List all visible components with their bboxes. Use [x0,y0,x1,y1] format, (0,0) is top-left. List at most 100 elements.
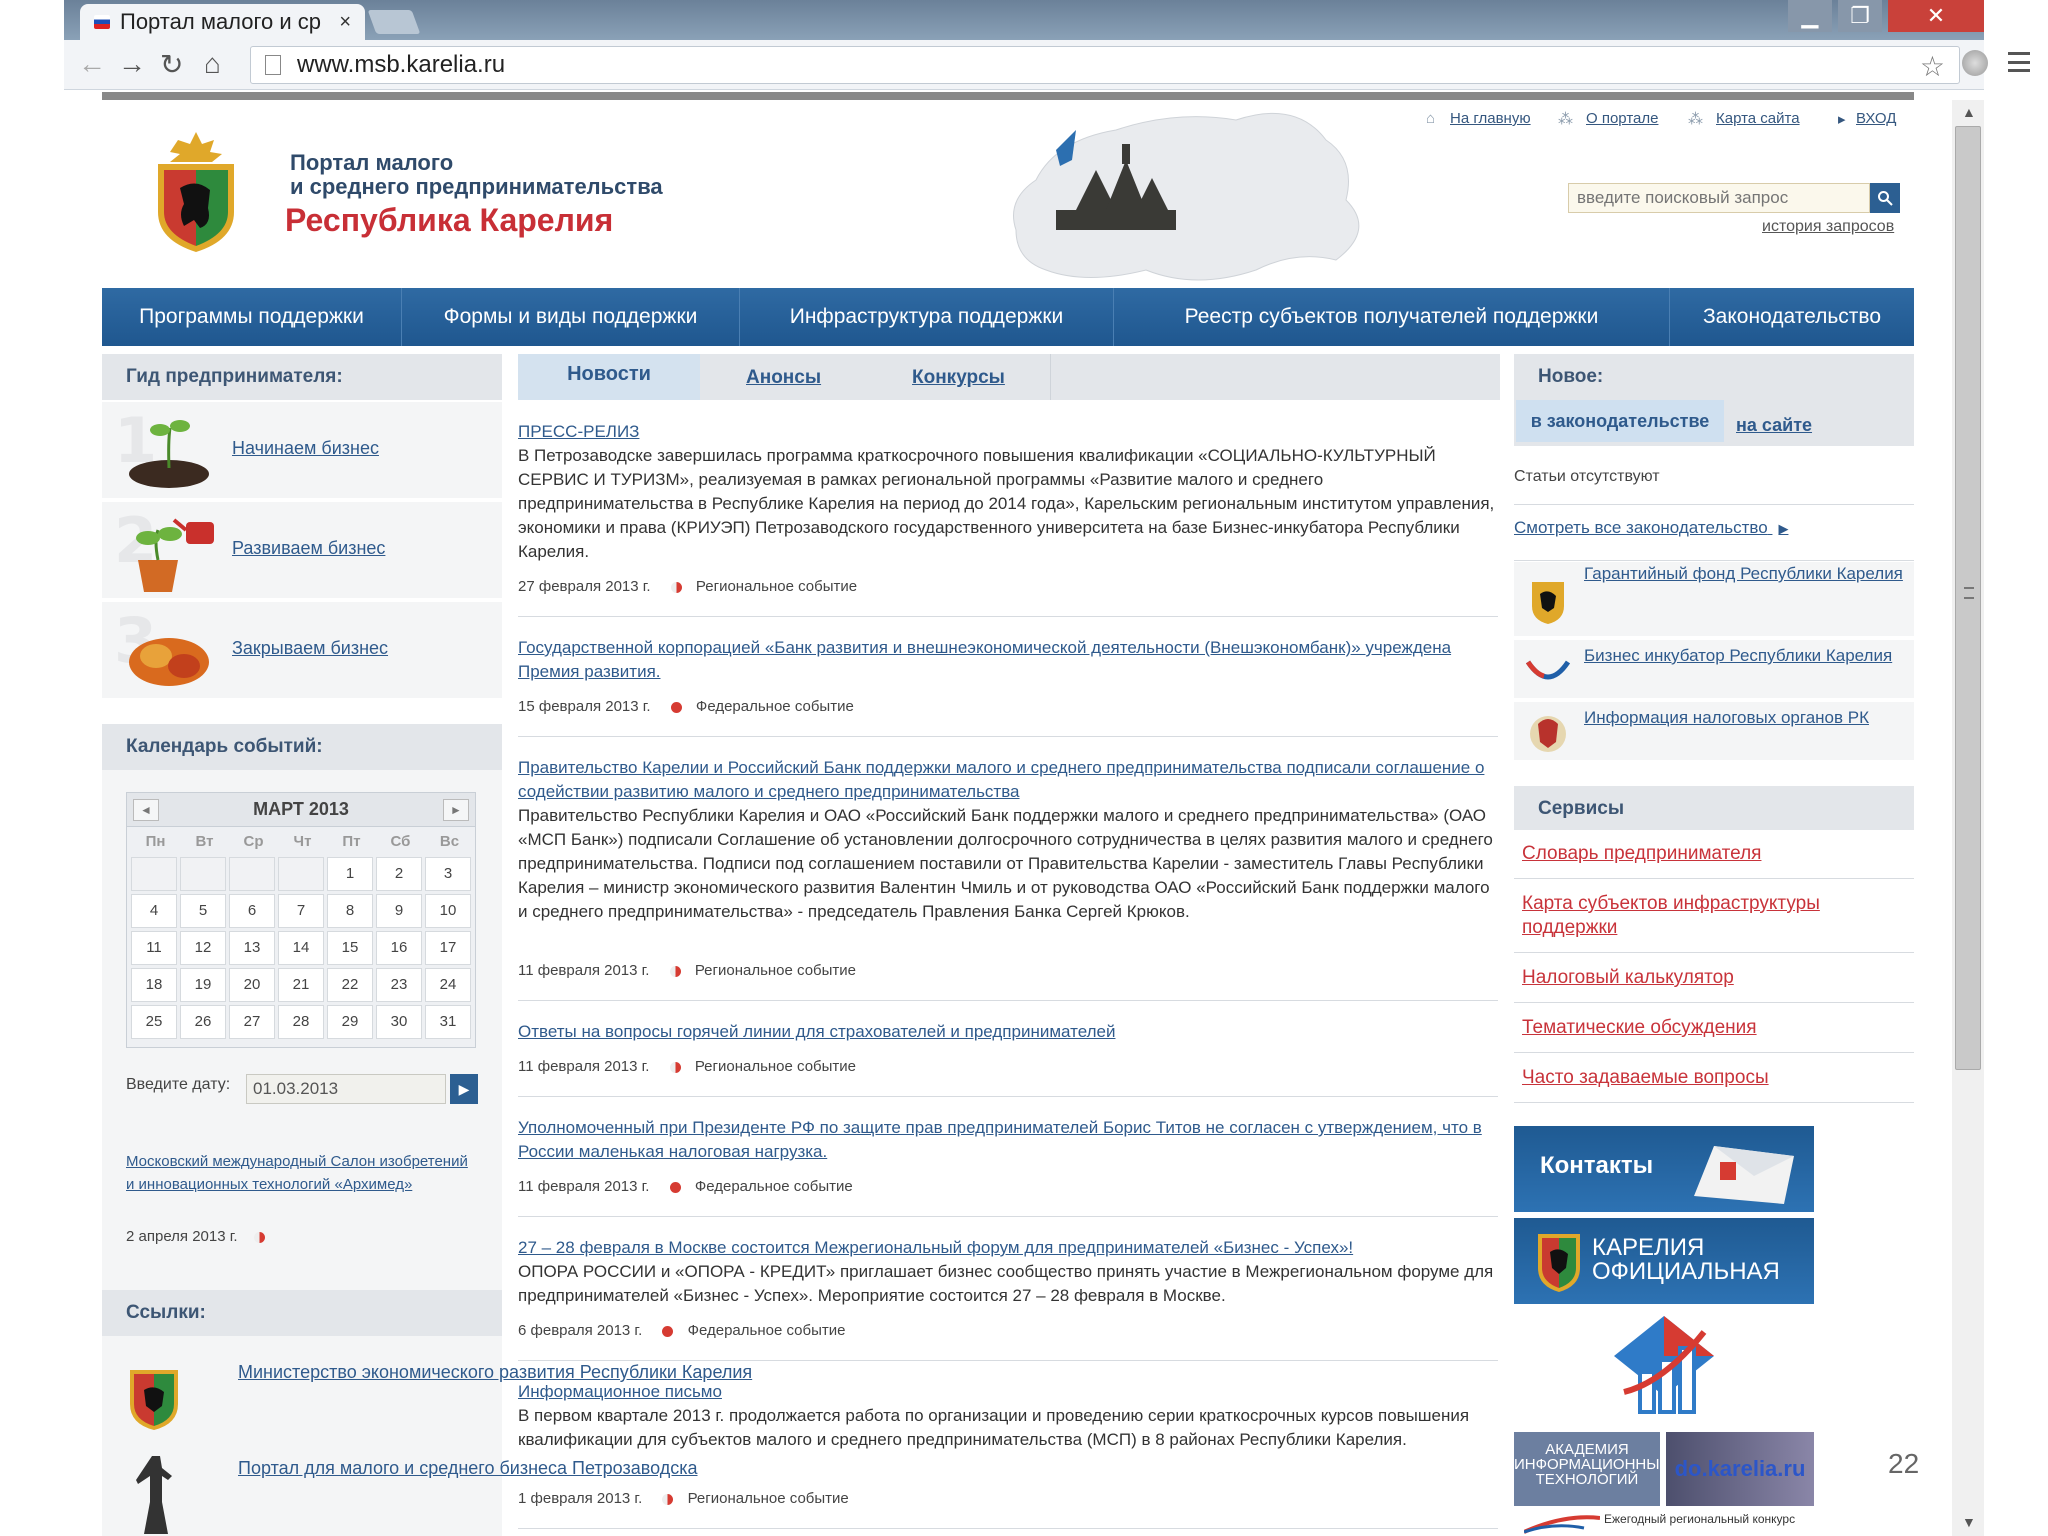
calendar-day[interactable]: 27 [229,1005,275,1039]
nav-item-forms[interactable]: Формы и виды поддержки [402,288,740,346]
calendar-day[interactable]: 28 [278,1005,324,1039]
calendar-day[interactable]: 4 [131,894,177,928]
guide-item-close[interactable]: 3 Закрываем бизнес [102,602,502,700]
guide-link-grow[interactable]: Развиваем бизнес [232,538,385,559]
calendar-day[interactable]: 14 [278,931,324,965]
extension-icon[interactable] [1962,50,1988,76]
calendar-day[interactable]: 5 [180,894,226,928]
service-link[interactable]: Налоговый калькулятор [1522,966,1902,990]
news-title[interactable]: Информационное письмо [518,1380,1498,1404]
calendar-day[interactable]: 20 [229,968,275,1002]
next-month-button[interactable]: ► [443,799,469,821]
news-title[interactable]: Государственной корпорацией «Банк развит… [518,636,1498,684]
search-button[interactable] [1870,183,1900,213]
service-link[interactable]: Часто задаваемые вопросы [1522,1066,1902,1090]
partner-guarantee-fund[interactable]: Гарантийный фонд Республики Карелия [1514,562,1914,638]
guide-item-start[interactable]: 1 Начинаем бизнес [102,402,502,500]
calendar-day[interactable]: 10 [425,894,471,928]
page-scrollbar[interactable]: ▲ ▼ [1952,100,1984,1536]
guide-item-grow[interactable]: 2 Развиваем бизнес [102,502,502,600]
tab-close-icon[interactable]: × [339,11,351,34]
minimize-button[interactable]: ▁ [1788,0,1832,32]
subtab-legislation[interactable]: в законодательстве [1516,400,1724,442]
date-go-button[interactable]: ▶ [450,1074,478,1104]
close-window-button[interactable]: ✕ [1888,0,1984,32]
calendar-day[interactable]: 31 [425,1005,471,1039]
top-link-sitemap[interactable]: Карта сайта [1716,110,1800,127]
partner-business-incubator[interactable]: Бизнес инкубатор Республики Карелия [1514,640,1914,700]
calendar-day[interactable]: 6 [229,894,275,928]
calendar-event-link[interactable]: Московский международный Салон изобретен… [126,1150,476,1196]
calendar-day[interactable]: 3 [425,857,471,891]
link-petrozavodsk[interactable]: Портал для малого и среднего бизнеса Пет… [238,1456,698,1480]
back-arrow-icon[interactable]: ← [78,48,106,80]
news-title[interactable]: 27 – 28 февраля в Москве состоится Межре… [518,1236,1498,1260]
subtab-site[interactable]: на сайте [1736,400,1812,442]
maximize-button[interactable]: ❐ [1838,0,1882,32]
calendar-day[interactable]: 15 [327,931,373,965]
scroll-down-arrow-icon[interactable]: ▼ [1962,1514,1976,1530]
calendar-day[interactable]: 29 [327,1005,373,1039]
top-link-about[interactable]: О портале [1586,110,1658,127]
partner-tax-office[interactable]: Информация налоговых органов РК [1514,702,1914,762]
search-input[interactable] [1568,183,1870,213]
nav-item-registry[interactable]: Реестр субъектов получателей поддержки [1114,288,1670,346]
new-tab-button[interactable] [367,10,421,34]
calendar-day[interactable]: 26 [180,1005,226,1039]
bookmark-star-icon[interactable]: ☆ [1920,49,1945,85]
address-bar[interactable]: www.msb.karelia.ru ☆ [250,46,1960,84]
partner-link[interactable]: Бизнес инкубатор Республики Карелия [1584,644,1892,668]
calendar-day[interactable]: 16 [376,931,422,965]
date-input[interactable] [246,1074,446,1104]
guide-link-close[interactable]: Закрываем бизнес [232,638,388,659]
partner-link[interactable]: Информация налоговых органов РК [1584,706,1869,730]
top-link-home[interactable]: На главную [1450,110,1531,127]
browser-tab[interactable]: Портал малого и ср × [80,4,365,40]
calendar-day[interactable]: 19 [180,968,226,1002]
service-link[interactable]: Словарь предпринимателя [1522,842,1902,866]
search-history-link[interactable]: история запросов [1762,218,1894,236]
partner-link[interactable]: Гарантийный фонд Республики Карелия [1584,562,1903,586]
top-link-login[interactable]: ВХОД [1856,110,1896,127]
calendar-day[interactable]: 7 [278,894,324,928]
contacts-banner[interactable]: Контакты [1514,1126,1814,1212]
growth-chart-logo[interactable] [1604,1312,1724,1424]
contest-banner[interactable]: Ежегодный региональный конкурс [1524,1512,1824,1536]
calendar-day[interactable]: 25 [131,1005,177,1039]
calendar-day[interactable]: 8 [327,894,373,928]
calendar-day[interactable]: 2 [376,857,422,891]
scroll-thumb[interactable] [1955,126,1981,1070]
service-link[interactable]: Карта субъектов инфраструктуры поддержки [1522,892,1902,940]
tab-contests[interactable]: Конкурсы [912,354,1005,400]
karelia-official-banner[interactable]: КАРЕЛИЯ ОФИЦИАЛЬНАЯ [1514,1218,1814,1304]
do-karelia-banner[interactable]: do.karelia.ru [1666,1432,1814,1506]
news-title[interactable]: ПРЕСС-РЕЛИЗ [518,420,1498,444]
calendar-day[interactable]: 9 [376,894,422,928]
news-title[interactable]: Ответы на вопросы горячей линии для стра… [518,1020,1498,1044]
scroll-up-arrow-icon[interactable]: ▲ [1962,104,1976,120]
home-icon[interactable]: ⌂ [204,48,221,80]
calendar-day[interactable]: 17 [425,931,471,965]
browser-menu-icon[interactable] [2008,52,2030,72]
calendar-day[interactable]: 18 [131,968,177,1002]
calendar-day[interactable]: 23 [376,968,422,1002]
calendar-day[interactable]: 22 [327,968,373,1002]
reload-icon[interactable]: ↻ [160,48,183,81]
prev-month-button[interactable]: ◄ [133,799,159,821]
service-link[interactable]: Тематические обсуждения [1522,1016,1902,1040]
calendar-day[interactable]: 24 [425,968,471,1002]
calendar-day[interactable]: 13 [229,931,275,965]
nav-item-infrastructure[interactable]: Инфраструктура поддержки [740,288,1114,346]
calendar-day[interactable]: 21 [278,968,324,1002]
tab-announcements[interactable]: Анонсы [746,354,821,400]
news-title[interactable]: Правительство Карелии и Российский Банк … [518,756,1498,804]
tab-news[interactable]: Новости [518,354,700,400]
calendar-day[interactable]: 30 [376,1005,422,1039]
nav-item-programs[interactable]: Программы поддержки [102,288,402,346]
calendar-day[interactable]: 1 [327,857,373,891]
karelia-crest-logo[interactable] [150,128,242,254]
nav-item-legislation[interactable]: Законодательство [1670,288,1914,346]
calendar-day[interactable]: 11 [131,931,177,965]
see-all-legislation-link[interactable]: Смотреть все законодательство ▶ [1514,518,1788,538]
calendar-day[interactable]: 12 [180,931,226,965]
